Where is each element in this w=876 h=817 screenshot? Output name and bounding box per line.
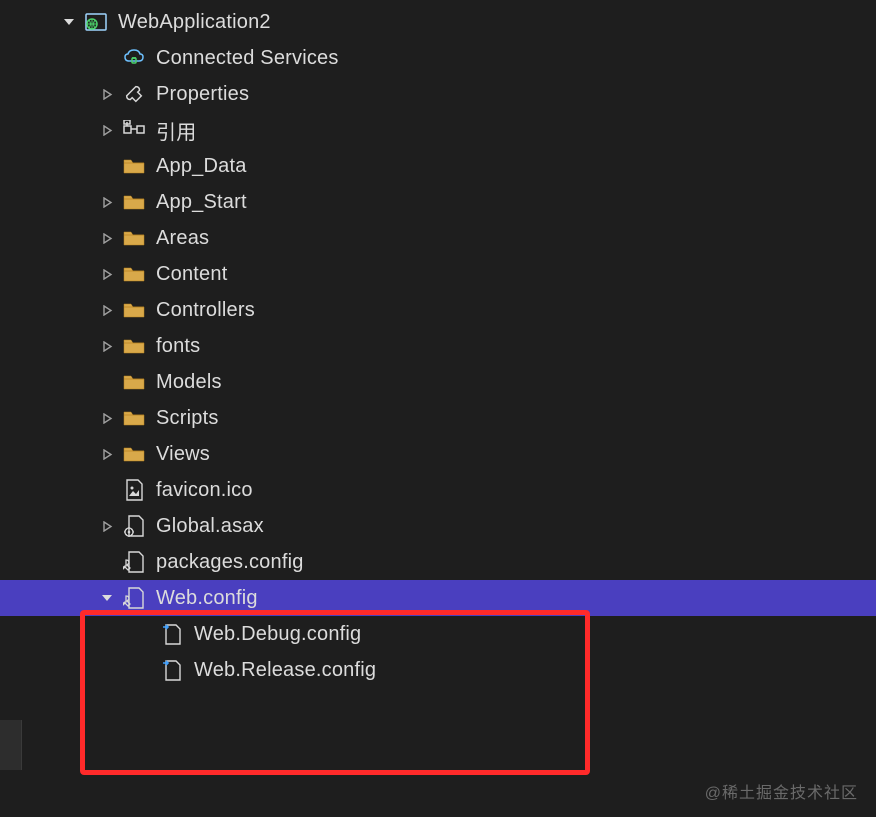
folder-icon [122, 370, 146, 394]
tree-item-label: Controllers [156, 299, 255, 322]
tree-item-label: favicon.ico [156, 479, 253, 502]
solution-tree: WebApplication2 Connected Services Proper… [0, 0, 876, 688]
tree-item[interactable]: 引用 [0, 112, 876, 148]
tree-item-label: fonts [156, 335, 200, 358]
folder-icon [122, 262, 146, 286]
tree-item[interactable]: App_Data [0, 148, 876, 184]
tree-item-label: 引用 [156, 116, 196, 145]
transform-file-icon [160, 622, 184, 646]
tree-item[interactable]: favicon.ico [0, 472, 876, 508]
wrench-file-icon [122, 550, 146, 574]
tree-item-label: Models [156, 371, 222, 394]
chevron-right-icon[interactable] [98, 445, 116, 463]
tree-item[interactable]: fonts [0, 328, 876, 364]
tree-item-label: Views [156, 443, 210, 466]
image-file-icon [122, 478, 146, 502]
panel-edge [0, 720, 22, 770]
tree-item[interactable]: Areas [0, 220, 876, 256]
tree-item[interactable]: Properties [0, 76, 876, 112]
tree-item-label: packages.config [156, 551, 304, 574]
tree-item-label: Connected Services [156, 47, 339, 70]
chevron-right-icon[interactable] [98, 409, 116, 427]
tree-item[interactable]: Web.config [0, 580, 876, 616]
tree-item[interactable]: Content [0, 256, 876, 292]
web-project-icon [84, 10, 108, 34]
watermark-text: @稀土掘金技术社区 [705, 779, 858, 803]
folder-icon [122, 154, 146, 178]
folder-icon [122, 226, 146, 250]
tree-item[interactable]: App_Start [0, 184, 876, 220]
tree-item[interactable]: Connected Services [0, 40, 876, 76]
chevron-right-icon[interactable] [98, 121, 116, 139]
chevron-down-icon[interactable] [60, 13, 78, 31]
tree-item-label: Areas [156, 227, 209, 250]
gear-file-icon [122, 514, 146, 538]
tree-item[interactable]: Models [0, 364, 876, 400]
chevron-down-icon[interactable] [98, 589, 116, 607]
folder-icon [122, 406, 146, 430]
tree-item[interactable]: Scripts [0, 400, 876, 436]
tree-item-label: Properties [156, 83, 249, 106]
chevron-right-icon[interactable] [98, 229, 116, 247]
tree-item[interactable]: packages.config [0, 544, 876, 580]
tree-item-label: WebApplication2 [118, 11, 271, 34]
tree-item[interactable]: Global.asax [0, 508, 876, 544]
tree-item-label: Web.Debug.config [194, 623, 361, 646]
tree-item-label: Global.asax [156, 515, 264, 538]
tree-item[interactable]: Web.Debug.config [0, 616, 876, 652]
chevron-right-icon[interactable] [98, 301, 116, 319]
tree-item-label: App_Data [156, 155, 247, 178]
chevron-right-icon[interactable] [98, 337, 116, 355]
tree-item[interactable]: Web.Release.config [0, 652, 876, 688]
chevron-right-icon[interactable] [98, 517, 116, 535]
tree-item-label: App_Start [156, 191, 247, 214]
tree-item-label: Web.Release.config [194, 659, 376, 682]
chevron-right-icon[interactable] [98, 265, 116, 283]
folder-icon [122, 334, 146, 358]
tree-item-label: Scripts [156, 407, 219, 430]
chevron-right-icon[interactable] [98, 193, 116, 211]
tree-item[interactable]: Views [0, 436, 876, 472]
tree-item-project[interactable]: WebApplication2 [0, 4, 876, 40]
folder-icon [122, 190, 146, 214]
wrench-icon [122, 82, 146, 106]
folder-icon [122, 298, 146, 322]
references-icon [122, 118, 146, 142]
wrench-file-icon [122, 586, 146, 610]
transform-file-icon [160, 658, 184, 682]
tree-item[interactable]: Controllers [0, 292, 876, 328]
chevron-right-icon[interactable] [98, 85, 116, 103]
tree-item-label: Content [156, 263, 227, 286]
cloud-plug-icon [122, 46, 146, 70]
folder-icon [122, 442, 146, 466]
tree-item-label: Web.config [156, 587, 258, 610]
